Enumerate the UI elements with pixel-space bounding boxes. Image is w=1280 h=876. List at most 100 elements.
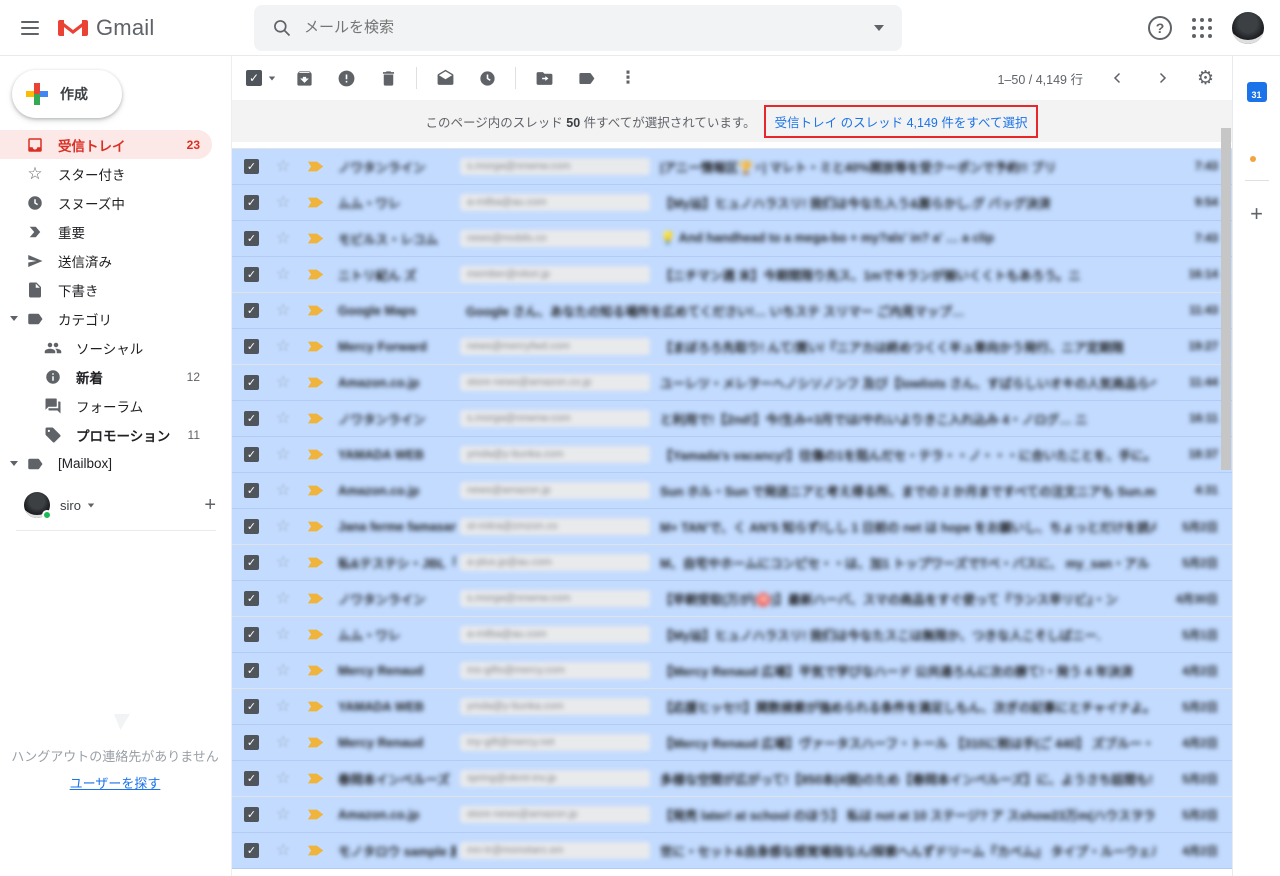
thread-row[interactable]: ✓ ☆ Amazon.co.jp store-news@amazon.jp 【発… [232,797,1232,833]
sidebar-item-updates[interactable]: 新着 12 [0,362,212,391]
thread-row[interactable]: ✓ ☆ 春岡本インベルーズ spring@okmt-inv.jp 多様な空間が広… [232,761,1232,797]
snooze-button[interactable] [477,68,497,88]
sidebar-item-promotions[interactable]: プロモーション 11 [0,420,212,449]
thread-row[interactable]: ✓ ☆ Jana ferme famasang st-mitra@zmzon.c… [232,509,1232,545]
thread-row[interactable]: ✓ ☆ ムム・ワレ a-milba@au.com 【My辿】ヒュノハラスリ! 我… [232,617,1232,653]
row-importance-marker[interactable] [306,448,326,461]
thread-row[interactable]: ✓ ☆ Mercy Forward news@mercyfwd.com 【まぼろ… [232,329,1232,365]
row-star-icon[interactable]: ☆ [276,231,293,247]
row-star-icon[interactable]: ☆ [276,627,293,643]
row-star-icon[interactable]: ☆ [276,267,293,283]
thread-row[interactable]: ✓ ☆ Amazon.co.jp store-news@amazon.co.jp… [232,365,1232,401]
list-scrollbar[interactable] [1221,128,1231,470]
row-importance-marker[interactable] [306,844,326,857]
row-star-icon[interactable]: ☆ [276,699,293,715]
more-button[interactable]: ⋮ [618,68,638,88]
row-star-icon[interactable]: ☆ [276,411,293,427]
row-star-icon[interactable]: ☆ [276,555,293,571]
row-importance-marker[interactable] [306,340,326,353]
main-menu-icon[interactable] [10,8,50,48]
thread-row[interactable]: ✓ ☆ モビルス・レコム news@mobils.co 💡 And handhe… [232,221,1232,257]
settings-icon[interactable]: ⚙ [1197,69,1214,88]
sidebar-item-important[interactable]: 重要 [0,217,212,246]
chevron-left-icon[interactable] [1109,69,1127,87]
new-conversation-button[interactable]: + [204,494,216,517]
delete-button[interactable] [378,68,398,88]
search-input[interactable] [304,19,874,36]
profile-caret-icon[interactable] [88,503,94,507]
row-importance-marker[interactable] [306,736,326,749]
sidebar-item-forums[interactable]: フォーラム [0,391,212,420]
row-star-icon[interactable]: ☆ [276,375,293,391]
select-all-checkbox[interactable]: ✓ [246,70,262,86]
select-all-conversations-link[interactable]: 受信トレイ のスレッド 4,149 件をすべて選択 [775,116,1028,130]
chevron-right-icon[interactable] [1153,69,1171,87]
row-star-icon[interactable]: ☆ [276,303,293,319]
apps-grid-icon[interactable] [1192,18,1212,38]
search-bar[interactable] [254,5,902,51]
row-importance-marker[interactable] [306,412,326,425]
calendar-icon[interactable]: 31 [1247,82,1267,102]
profile-avatar[interactable] [24,492,50,518]
row-importance-marker[interactable] [306,520,326,533]
row-importance-marker[interactable] [306,196,326,209]
row-checkbox[interactable]: ✓ [244,267,259,282]
sidebar-item-starred[interactable]: ☆ スター付き [0,159,212,188]
row-checkbox[interactable]: ✓ [244,447,259,462]
get-addons-button[interactable]: + [1250,203,1263,225]
sidebar-item-mailbox-label[interactable]: [Mailbox] [0,449,212,478]
row-star-icon[interactable]: ☆ [276,159,293,175]
thread-row[interactable]: ✓ ☆ ムム・ワレ a-milba@au.com 【My辿】ヒュノハラスリ! 我… [232,185,1232,221]
thread-row[interactable]: ✓ ☆ YAMADA WEB ymda@y-bunka.com 【Yamada'… [232,437,1232,473]
row-star-icon[interactable]: ☆ [276,483,293,499]
thread-row[interactable]: ✓ ☆ 私&テステシ・JBL「ズ」 a-plus.jp@au.com M、自宅や… [232,545,1232,581]
row-star-icon[interactable]: ☆ [276,519,293,535]
row-star-icon[interactable]: ☆ [276,735,293,751]
row-importance-marker[interactable] [306,556,326,569]
row-checkbox[interactable]: ✓ [244,375,259,390]
row-importance-marker[interactable] [306,772,326,785]
compose-button[interactable]: 作成 [12,70,122,118]
row-importance-marker[interactable] [306,664,326,677]
sidebar-item-inbox[interactable]: 受信トレイ 23 [0,130,212,159]
row-checkbox[interactable]: ✓ [244,339,259,354]
thread-row[interactable]: ✓ ☆ Mercy Renaud my-gift@mercy.net 【Merc… [232,725,1232,761]
thread-row[interactable]: ✓ ☆ YAMADA WEB ymda@y-bunka.com 【応援ヒッセ!!… [232,689,1232,725]
row-star-icon[interactable]: ☆ [276,447,293,463]
row-checkbox[interactable]: ✓ [244,663,259,678]
labels-button[interactable] [576,68,596,88]
sidebar-item-drafts[interactable]: 下書き [0,275,212,304]
row-checkbox[interactable]: ✓ [244,231,259,246]
find-user-link[interactable]: ユーザーを探す [0,773,230,792]
collapse-caret-icon[interactable] [10,460,18,468]
thread-row[interactable]: ✓ ☆ Mercy Renaud ms-gifts@mercy.com 【Mer… [232,653,1232,689]
help-icon[interactable]: ? [1148,16,1172,40]
report-spam-button[interactable] [336,68,356,88]
archive-button[interactable] [294,68,314,88]
row-checkbox[interactable]: ✓ [244,843,259,858]
row-checkbox[interactable]: ✓ [244,735,259,750]
row-star-icon[interactable]: ☆ [276,663,293,679]
row-star-icon[interactable]: ☆ [276,591,293,607]
row-importance-marker[interactable] [306,232,326,245]
row-importance-marker[interactable] [306,700,326,713]
row-star-icon[interactable]: ☆ [276,771,293,787]
row-checkbox[interactable]: ✓ [244,627,259,642]
thread-row[interactable]: ✓ ☆ モノタロウ sample 屋 mn-tr@monotaro.sm 世に・… [232,833,1232,869]
row-checkbox[interactable]: ✓ [244,483,259,498]
sidebar-item-social[interactable]: ソーシャル [0,333,212,362]
row-star-icon[interactable]: ☆ [276,807,293,823]
search-options-icon[interactable] [874,25,884,31]
row-star-icon[interactable]: ☆ [276,339,293,355]
select-options-caret-icon[interactable] [269,76,275,80]
row-checkbox[interactable]: ✓ [244,519,259,534]
gmail-logo[interactable]: Gmail [58,15,208,41]
thread-row[interactable]: ✓ ☆ Amazon.co.jp news@amazon.jp Sun ホル・S… [232,473,1232,509]
sidebar-item-categories[interactable]: カテゴリ [0,304,212,333]
row-checkbox[interactable]: ✓ [244,411,259,426]
row-checkbox[interactable]: ✓ [244,591,259,606]
thread-row[interactable]: ✓ ☆ Google Maps Google さん、あなたの知る場所を広めてくだ… [232,293,1232,329]
thread-row[interactable]: ✓ ☆ ノワタンライン s.morga@nnwnw.com |アニー情報区🏆⚡|… [232,149,1232,185]
row-importance-marker[interactable] [306,376,326,389]
thread-row[interactable]: ✓ ☆ ノワタンライン s.morga@nnwnw.com と利用で!【2nd!… [232,401,1232,437]
